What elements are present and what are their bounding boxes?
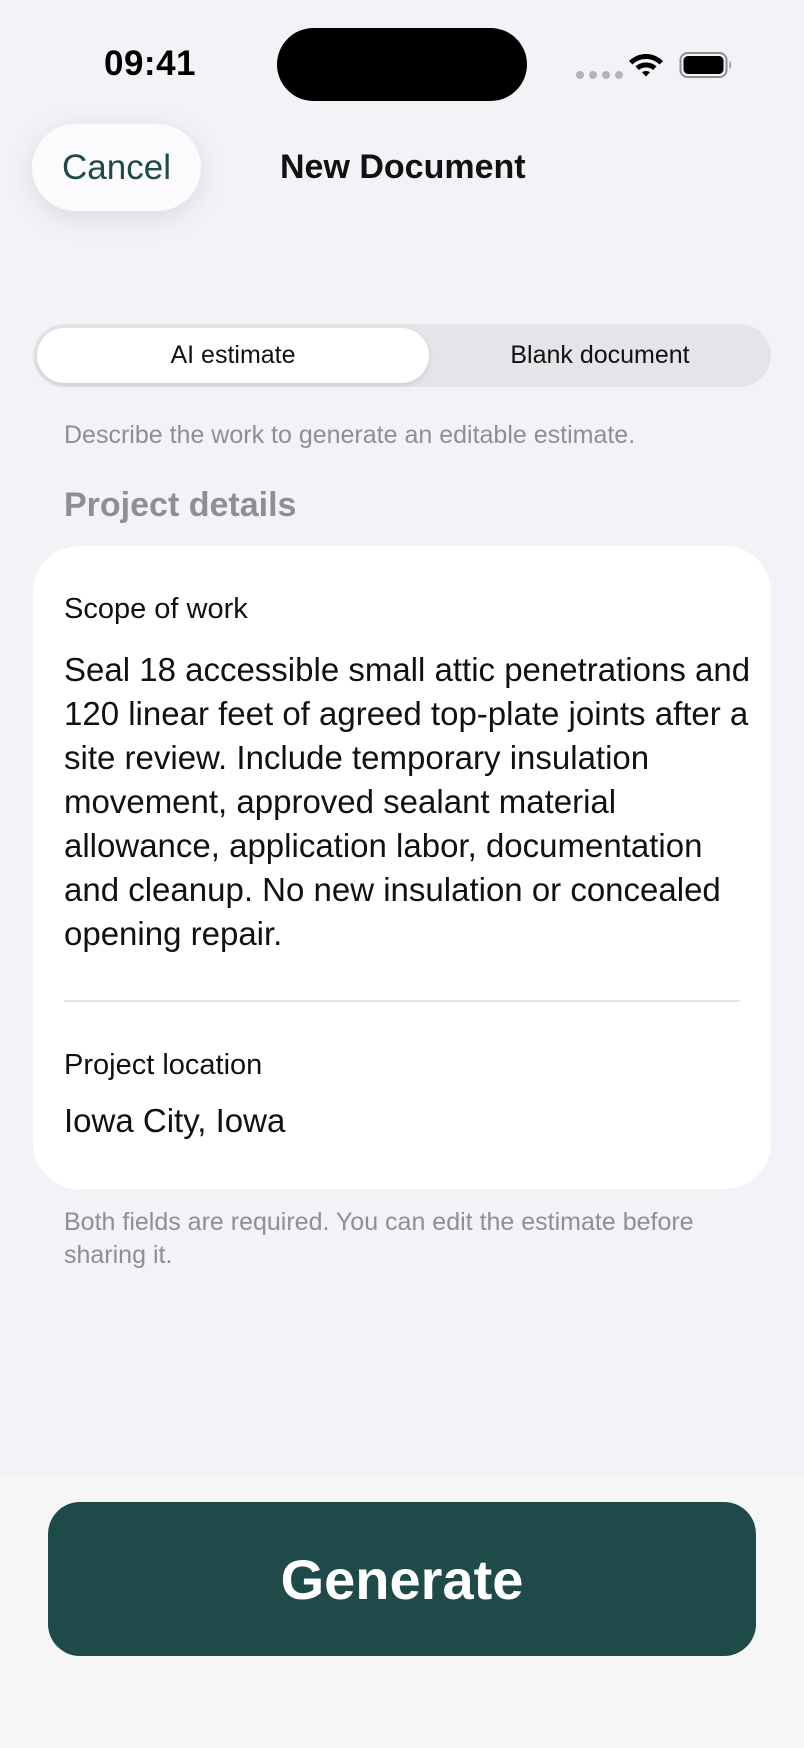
dynamic-island (277, 28, 527, 101)
segment-blank-document[interactable]: Blank document (433, 328, 767, 383)
mode-segmented-control: AI estimate Blank document (33, 324, 771, 387)
generate-button[interactable]: Generate (48, 1502, 756, 1656)
cellular-signal-icon (576, 71, 623, 79)
status-time: 09:41 (104, 44, 197, 83)
project-location-field[interactable]: Iowa City, Iowa (64, 1102, 285, 1140)
page-title: New Document (280, 148, 526, 186)
battery-icon (679, 52, 731, 78)
form-footnote: Both fields are required. You can edit t… (64, 1208, 694, 1269)
scope-of-work-label: Scope of work (64, 593, 248, 625)
scope-of-work-field[interactable]: Seal 18 accessible small attic penetrati… (64, 648, 754, 956)
project-details-card: Scope of work Seal 18 accessible small a… (33, 546, 771, 1189)
wifi-icon (629, 54, 663, 77)
project-location-label: Project location (64, 1049, 263, 1081)
status-bar: 09:41 (0, 0, 804, 120)
field-divider (64, 1000, 740, 1002)
segment-ai-estimate[interactable]: AI estimate (37, 328, 429, 383)
section-header-project-details: Project details (64, 486, 297, 524)
mode-description: Describe the work to generate an editabl… (64, 421, 636, 449)
cancel-button[interactable]: Cancel (32, 124, 201, 211)
